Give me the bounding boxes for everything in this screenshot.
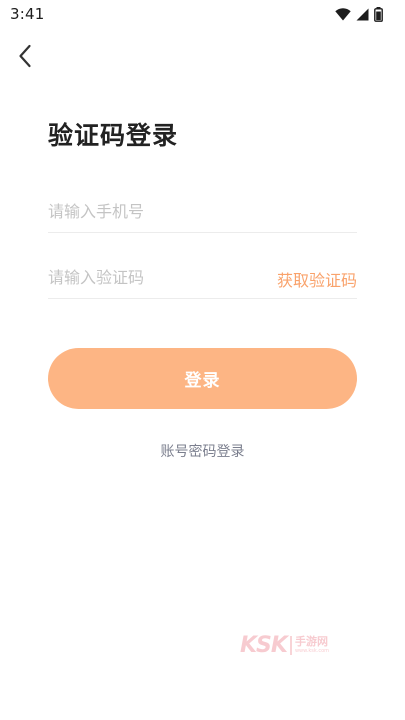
wifi-icon bbox=[335, 8, 351, 21]
cell-signal-icon bbox=[356, 8, 369, 21]
code-field: 获取验证码 bbox=[48, 258, 357, 299]
watermark-logo: KSK bbox=[240, 633, 288, 658]
back-button[interactable] bbox=[8, 38, 42, 74]
phone-input[interactable] bbox=[48, 192, 248, 230]
chevron-left-icon bbox=[19, 44, 31, 68]
watermark: KSK 手游网 www.ksk.com bbox=[240, 633, 329, 658]
get-code-button[interactable]: 获取验证码 bbox=[277, 267, 357, 291]
status-bar: 3:41 bbox=[0, 0, 405, 30]
watermark-url: www.ksk.com bbox=[294, 648, 330, 654]
code-input[interactable] bbox=[48, 258, 248, 296]
battery-icon bbox=[374, 7, 383, 22]
status-time: 3:41 bbox=[10, 5, 45, 23]
password-login-link[interactable]: 账号密码登录 bbox=[0, 441, 405, 461]
watermark-text: 手游网 bbox=[294, 635, 328, 648]
phone-field bbox=[48, 192, 357, 233]
login-button[interactable]: 登录 bbox=[48, 348, 357, 409]
status-icons bbox=[335, 7, 383, 22]
watermark-text-block: 手游网 www.ksk.com bbox=[289, 635, 330, 655]
page-title: 验证码登录 bbox=[48, 121, 179, 150]
